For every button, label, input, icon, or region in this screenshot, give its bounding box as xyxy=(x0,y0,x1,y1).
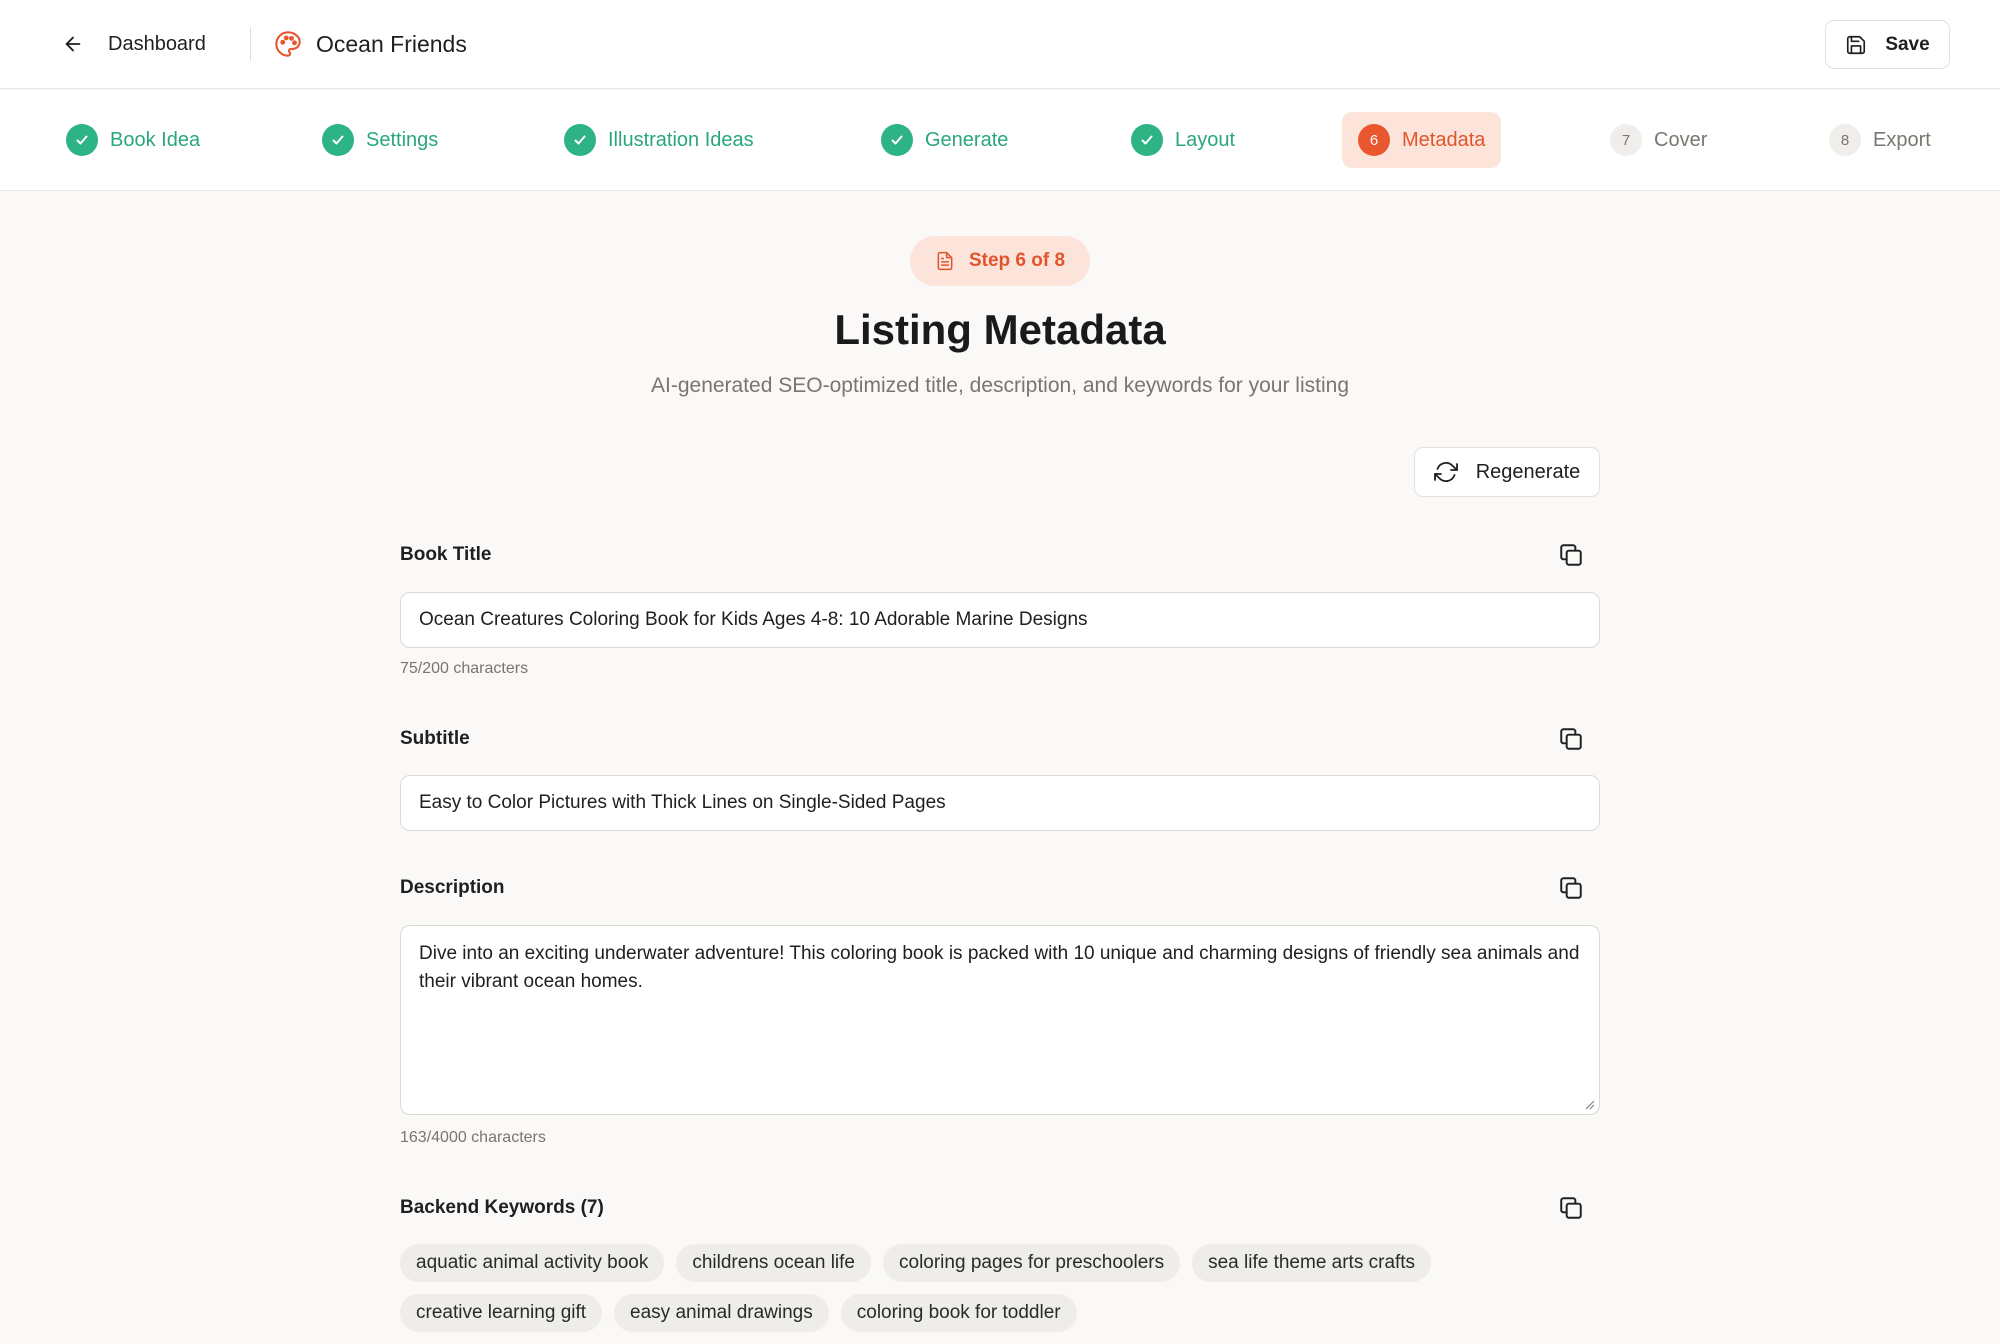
step-book-idea[interactable]: Book Idea xyxy=(66,112,200,168)
keyword-chip[interactable]: creative learning gift xyxy=(400,1294,603,1332)
book-title-input[interactable]: Ocean Creatures Coloring Book for Kids A… xyxy=(400,592,1600,648)
step-generate[interactable]: Generate xyxy=(881,112,1008,168)
book-title-label: Book Title xyxy=(400,544,492,565)
keyword-chip[interactable]: aquatic animal activity book xyxy=(400,1244,665,1282)
top-bar: Dashboard Ocean Friends Save xyxy=(0,0,2000,89)
step-label: Metadata xyxy=(1402,128,1486,151)
step-settings[interactable]: Settings xyxy=(322,112,438,168)
page-title: Listing Metadata xyxy=(834,306,1166,353)
palette-icon xyxy=(275,31,301,57)
keyword-chip[interactable]: coloring pages for preschoolers xyxy=(883,1244,1181,1282)
keyword-chip[interactable]: sea life theme arts crafts xyxy=(1192,1244,1432,1282)
refresh-icon xyxy=(1433,462,1458,482)
step-label: Illustration Ideas xyxy=(608,128,754,151)
subtitle-label: Subtitle xyxy=(400,728,470,749)
step-metadata[interactable]: 6 Metadata xyxy=(1342,112,1502,168)
step-label: Export xyxy=(1873,128,1931,151)
step-number: 8 xyxy=(1829,124,1861,156)
description-label: Description xyxy=(400,877,505,898)
check-icon xyxy=(322,124,354,156)
description-textarea[interactable]: Dive into an exciting underwater adventu… xyxy=(400,925,1600,1115)
description-text: Dive into an exciting underwater adventu… xyxy=(419,943,1580,992)
check-icon xyxy=(1131,124,1163,156)
copy-icon[interactable] xyxy=(1558,875,1584,901)
save-label: Save xyxy=(1885,33,1930,55)
header-divider xyxy=(250,27,251,61)
floppy-disk-icon xyxy=(1847,35,1866,54)
copy-icon[interactable] xyxy=(1558,726,1584,752)
step-label: Settings xyxy=(366,128,439,151)
keyword-chip[interactable]: childrens ocean life xyxy=(676,1244,871,1282)
step-number: 6 xyxy=(1358,124,1390,156)
back-label: Dashboard xyxy=(108,32,206,55)
check-icon xyxy=(881,124,913,156)
step-badge: Step 6 of 8 xyxy=(910,236,1090,286)
step-illustration-ideas[interactable]: Illustration Ideas xyxy=(564,112,754,168)
back-to-dashboard-button[interactable]: Dashboard xyxy=(62,26,206,62)
page-subtitle: AI-generated SEO-optimized title, descri… xyxy=(651,374,1349,397)
progress-stepper: Book Idea Settings Illustration Ideas Ge… xyxy=(0,90,2000,191)
copy-icon[interactable] xyxy=(1558,542,1584,568)
save-button[interactable]: Save xyxy=(1825,20,1950,69)
regenerate-label: Regenerate xyxy=(1475,460,1581,483)
keywords-label: Backend Keywords (7) xyxy=(400,1197,604,1218)
step-layout[interactable]: Layout xyxy=(1131,112,1235,168)
check-icon xyxy=(66,124,98,156)
regenerate-button[interactable]: Regenerate xyxy=(1414,447,1600,497)
keyword-chips: aquatic animal activity book childrens o… xyxy=(400,1244,1600,1344)
step-export[interactable]: 8 Export xyxy=(1829,112,1931,168)
book-title-char-count: 75/200 characters xyxy=(400,660,529,677)
document-icon xyxy=(937,251,953,271)
step-cover[interactable]: 7 Cover xyxy=(1610,112,1707,168)
step-label: Book Idea xyxy=(110,128,201,151)
subtitle-input[interactable]: Easy to Color Pictures with Thick Lines … xyxy=(400,775,1600,831)
step-number: 7 xyxy=(1610,124,1642,156)
check-icon xyxy=(564,124,596,156)
project-title: Ocean Friends xyxy=(316,30,467,57)
arrow-left-icon xyxy=(65,36,81,52)
keyword-chip[interactable]: coloring book for toddler xyxy=(840,1294,1077,1332)
step-label: Generate xyxy=(925,128,1009,151)
copy-icon[interactable] xyxy=(1558,1195,1584,1221)
resize-handle-icon[interactable] xyxy=(1583,1098,1595,1110)
keyword-chip[interactable]: easy animal drawings xyxy=(614,1294,829,1332)
step-badge-label: Step 6 of 8 xyxy=(968,250,1066,271)
step-label: Cover xyxy=(1654,128,1708,151)
project-brand: Ocean Friends xyxy=(274,26,467,62)
step-label: Layout xyxy=(1175,128,1236,151)
description-char-count: 163/4000 characters xyxy=(400,1129,546,1146)
